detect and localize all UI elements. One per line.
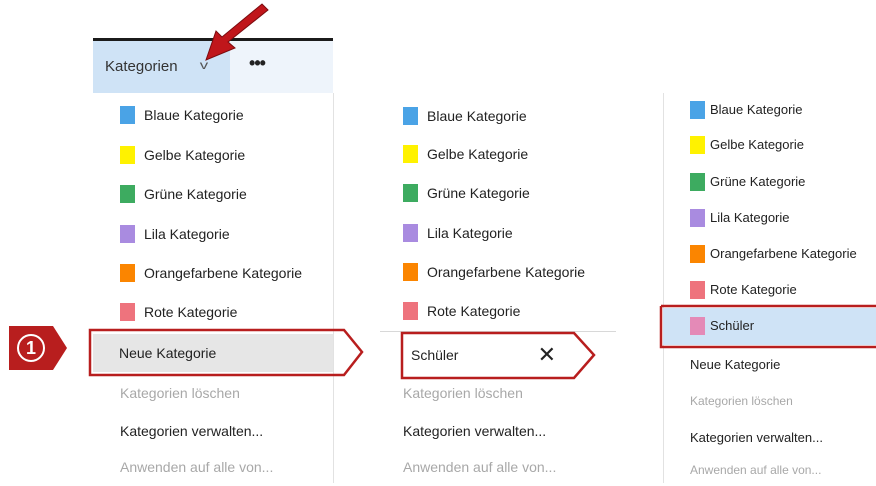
color-swatch [120, 185, 135, 203]
item-label: Gelbe Kategorie [427, 146, 529, 162]
panel3-item-purple[interactable]: Lila Kategorie [690, 201, 870, 235]
item-label: Gelbe Kategorie [144, 147, 246, 163]
panel2-divider [663, 93, 664, 483]
panel1-manage-categories[interactable]: Kategorien verwalten... [120, 416, 310, 446]
panel2-item-blue[interactable]: Blaue Kategorie [403, 99, 613, 133]
item-label: Orangefarbene Kategorie [427, 264, 585, 280]
panel3-new-category[interactable]: Neue Kategorie [690, 350, 870, 380]
color-swatch [120, 264, 135, 282]
color-swatch [690, 101, 705, 119]
color-swatch [403, 224, 418, 242]
panel2-item-red[interactable]: Rote Kategorie [403, 294, 613, 328]
manage-categories-label: Kategorien verwalten... [120, 423, 264, 439]
color-swatch [403, 145, 418, 163]
manage-categories-label: Kategorien verwalten... [690, 430, 823, 445]
color-swatch [690, 281, 705, 299]
item-label: Orangefarbene Kategorie [144, 265, 302, 281]
item-label: Gelbe Kategorie [710, 137, 804, 152]
color-swatch [403, 263, 418, 281]
badge-pointer [53, 326, 67, 370]
panel3-item-orange[interactable]: Orangefarbene Kategorie [690, 237, 876, 271]
delete-categories-label: Kategorien löschen [690, 394, 793, 408]
color-swatch [690, 317, 705, 335]
color-swatch [690, 173, 705, 191]
item-label: Rote Kategorie [144, 304, 238, 320]
color-swatch [120, 146, 135, 164]
color-swatch [690, 209, 705, 227]
pointer-arrow-icon [205, 3, 269, 61]
item-label: Blaue Kategorie [144, 107, 244, 123]
manage-categories-label: Kategorien verwalten... [403, 423, 547, 439]
panel2-apply-to-all: Anwenden auf alle von... [403, 452, 593, 482]
panel3-item-green[interactable]: Grüne Kategorie [690, 165, 870, 199]
item-label: Grüne Kategorie [710, 174, 806, 189]
item-label: Grüne Kategorie [144, 186, 247, 202]
item-label: Schüler [710, 318, 755, 333]
apply-to-all-label: Anwenden auf alle von... [690, 463, 822, 477]
panel1-highlight-outline [88, 328, 364, 377]
color-swatch [120, 303, 135, 321]
panel3-item-schueler[interactable]: Schüler [690, 309, 870, 343]
color-swatch [690, 136, 705, 154]
panel2-item-orange[interactable]: Orangefarbene Kategorie [403, 255, 618, 289]
panel1-apply-to-all: Anwenden auf alle von... [120, 452, 310, 482]
item-label: Orangefarbene Kategorie [710, 246, 857, 261]
item-label: Grüne Kategorie [427, 185, 530, 201]
item-label: Blaue Kategorie [710, 102, 803, 117]
step-number: 1 [17, 334, 45, 362]
color-swatch [120, 225, 135, 243]
delete-categories-label: Kategorien löschen [120, 385, 240, 401]
item-label: Rote Kategorie [710, 282, 797, 297]
panel2-manage-categories[interactable]: Kategorien verwalten... [403, 416, 593, 446]
item-label: Rote Kategorie [427, 303, 521, 319]
panel3-delete-categories: Kategorien löschen [690, 387, 870, 417]
color-swatch [403, 302, 418, 320]
new-category-label: Neue Kategorie [690, 357, 781, 372]
categories-button-label: Kategorien [105, 58, 178, 75]
panel1-item-purple[interactable]: Lila Kategorie [120, 217, 320, 251]
step-number-badge: 1 [9, 326, 53, 370]
panel1-item-orange[interactable]: Orangefarbene Kategorie [120, 256, 325, 290]
color-swatch [403, 107, 418, 125]
color-swatch [690, 245, 705, 263]
panel2-item-purple[interactable]: Lila Kategorie [403, 216, 613, 250]
panel1-item-green[interactable]: Grüne Kategorie [120, 177, 320, 211]
color-swatch [120, 106, 135, 124]
panel1-item-red[interactable]: Rote Kategorie [120, 295, 320, 329]
panel2-item-yellow[interactable]: Gelbe Kategorie [403, 137, 613, 171]
apply-to-all-label: Anwenden auf alle von... [120, 459, 274, 475]
panel2-item-green[interactable]: Grüne Kategorie [403, 176, 613, 210]
panel1-divider [333, 93, 334, 483]
item-label: Lila Kategorie [710, 210, 790, 225]
delete-categories-label: Kategorien löschen [403, 385, 523, 401]
panel1-item-yellow[interactable]: Gelbe Kategorie [120, 138, 320, 172]
panel3-item-yellow[interactable]: Gelbe Kategorie [690, 128, 870, 162]
panel3-manage-categories[interactable]: Kategorien verwalten... [690, 423, 870, 453]
item-label: Lila Kategorie [427, 225, 513, 241]
panel3-item-blue[interactable]: Blaue Kategorie [690, 93, 870, 127]
panel2-highlight-outline [400, 331, 596, 380]
panel1-delete-categories: Kategorien löschen [120, 378, 310, 408]
panel3-item-red[interactable]: Rote Kategorie [690, 273, 870, 307]
apply-to-all-label: Anwenden auf alle von... [403, 459, 557, 475]
item-label: Blaue Kategorie [427, 108, 527, 124]
panel1-item-blue[interactable]: Blaue Kategorie [120, 98, 320, 132]
color-swatch [403, 184, 418, 202]
panel3-apply-to-all: Anwenden auf alle von... [690, 456, 870, 486]
panel2-delete-categories: Kategorien löschen [403, 378, 593, 408]
item-label: Lila Kategorie [144, 226, 230, 242]
